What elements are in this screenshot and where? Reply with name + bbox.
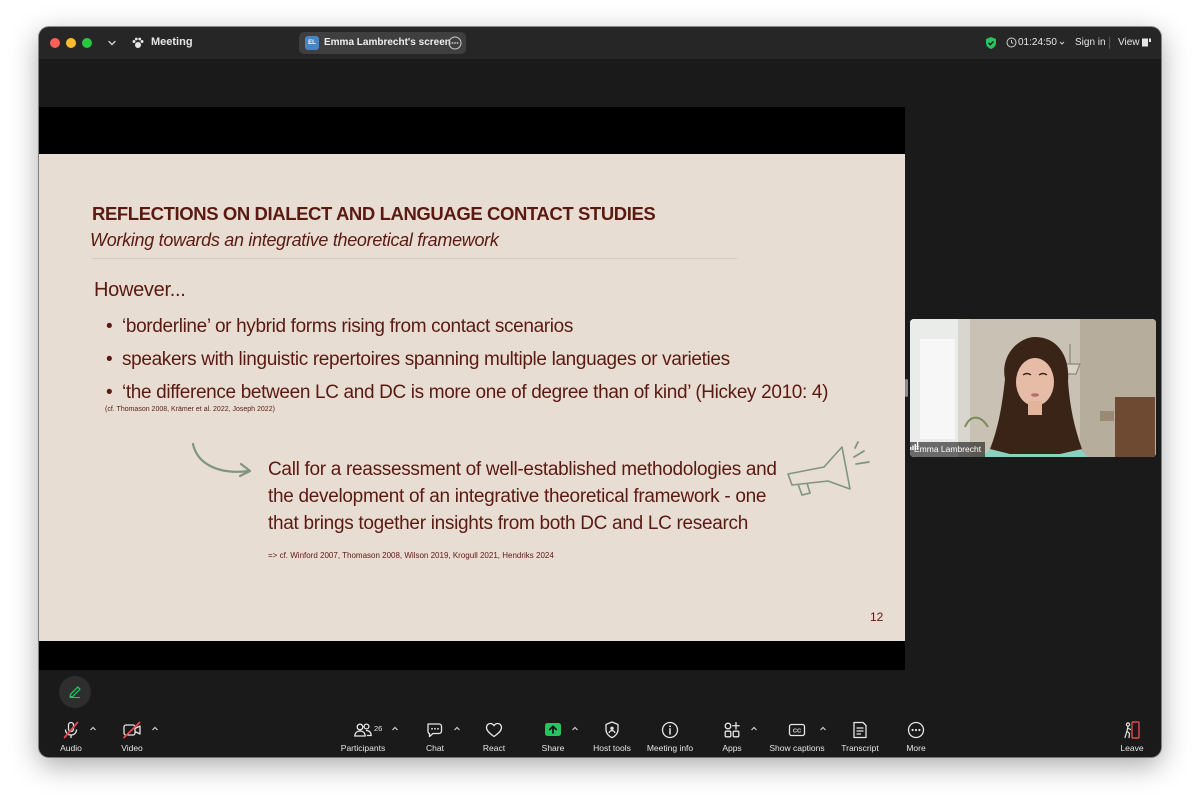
participants-label: Participants — [340, 743, 386, 753]
signal-strength-icon — [910, 442, 919, 450]
show-captions-button[interactable]: CC Show captions — [765, 717, 829, 757]
meeting-toolbar: Audio Video Participants 26 Chat React S… — [39, 717, 1161, 757]
more-options-icon[interactable] — [448, 36, 462, 50]
divider — [92, 258, 737, 259]
chat-options-chevron-icon[interactable] — [452, 724, 462, 734]
meeting-info-label: Meeting info — [646, 743, 694, 753]
audio-button[interactable]: Audio — [39, 717, 103, 757]
encryption-shield-icon[interactable] — [984, 36, 998, 50]
view-layout-icon[interactable] — [1141, 37, 1152, 48]
more-label: More — [906, 743, 926, 753]
react-label: React — [482, 743, 506, 753]
curved-arrow-icon — [191, 442, 252, 478]
audio-options-chevron-icon[interactable] — [88, 724, 98, 734]
bullet-item: speakers with linguistic repertoires spa… — [106, 343, 828, 376]
slide-subtitle: Working towards an integrative theoretic… — [90, 230, 499, 250]
more-button[interactable]: More — [884, 717, 948, 757]
bullet-item: ‘the difference between LC and DC is mor… — [106, 376, 828, 409]
transcript-label: Transcript — [841, 743, 879, 753]
react-button[interactable]: React — [462, 717, 526, 757]
zoom-window: Meeting EL Emma Lambrecht's screen 01:24… — [39, 27, 1161, 757]
megaphone-icon — [787, 441, 870, 496]
meeting-title: Meeting — [151, 36, 193, 48]
heart-icon — [485, 722, 503, 738]
leave-button[interactable]: Leave — [1100, 717, 1161, 757]
apps-options-chevron-icon[interactable] — [749, 724, 759, 734]
participant-video — [910, 319, 1156, 457]
leave-label: Leave — [1120, 743, 1144, 753]
call-to-action-text: Call for a reassessment of well-establis… — [268, 459, 777, 534]
video-options-chevron-icon[interactable] — [150, 724, 160, 734]
annotate-button[interactable] — [59, 676, 91, 708]
chat-icon — [427, 723, 443, 738]
bullet-list: ‘borderline’ or hybrid forms rising from… — [106, 310, 828, 409]
microphone-muted-icon — [63, 721, 79, 739]
resize-handle[interactable] — [905, 379, 908, 397]
participants-icon — [354, 723, 372, 737]
divider — [1109, 37, 1110, 49]
call-citation: => cf. Winford 2007, Thomason 2008, Wils… — [268, 551, 554, 560]
closed-captions-icon: CC — [788, 723, 806, 737]
screen-share-indicator[interactable]: EL Emma Lambrecht's screen — [299, 32, 466, 54]
presenter-avatar: EL — [305, 36, 319, 50]
participants-options-chevron-icon[interactable] — [390, 724, 400, 734]
slide-page-number: 12 — [870, 610, 884, 624]
chevron-down-icon[interactable] — [1058, 39, 1066, 47]
slide-intro: However... — [94, 279, 186, 301]
pencil-icon — [69, 686, 81, 699]
bullet-citation: (cf. Thomason 2008, Krämer et al. 2022, … — [105, 406, 275, 413]
participant-name: Emma Lambrecht — [914, 444, 982, 454]
share-button[interactable]: Share — [521, 717, 585, 757]
host-tools-label: Host tools — [593, 743, 631, 753]
sign-in-button[interactable]: Sign in — [1075, 37, 1106, 48]
apps-label: Apps — [722, 743, 742, 753]
svg-text:CC: CC — [793, 729, 802, 735]
audio-label: Audio — [60, 743, 82, 753]
host-tools-button[interactable]: Host tools — [580, 717, 644, 757]
chat-button[interactable]: Chat — [403, 717, 467, 757]
transcript-icon — [853, 721, 867, 739]
view-button[interactable]: View — [1118, 37, 1140, 48]
title-bar: Meeting EL Emma Lambrecht's screen 01:24… — [39, 27, 1161, 59]
clock-icon — [1006, 37, 1017, 48]
bullet-item: ‘borderline’ or hybrid forms rising from… — [106, 310, 828, 343]
chevron-down-icon[interactable] — [105, 36, 119, 50]
meeting-timer[interactable]: 01:24:50 — [1018, 37, 1057, 48]
presentation-slide: REFLECTIONS ON DIALECT AND LANGUAGE CONT… — [39, 154, 905, 641]
more-icon — [907, 721, 925, 739]
show-captions-label: Show captions — [769, 743, 825, 753]
shared-screen: REFLECTIONS ON DIALECT AND LANGUAGE CONT… — [39, 107, 905, 670]
share-label: Share — [541, 743, 565, 753]
slide-title: REFLECTIONS ON DIALECT AND LANGUAGE CONT… — [92, 203, 656, 224]
camera-off-icon — [123, 721, 141, 739]
transcript-button[interactable]: Transcript — [828, 717, 892, 757]
apps-button[interactable]: Apps — [700, 717, 764, 757]
minimize-window-button[interactable] — [66, 38, 76, 48]
participant-count-badge: 26 — [374, 724, 383, 733]
video-label: Video — [121, 743, 143, 753]
close-window-button[interactable] — [50, 38, 60, 48]
participants-button[interactable]: Participants — [331, 717, 395, 757]
zoom-window-button[interactable] — [82, 38, 92, 48]
participant-name-label: Emma Lambrecht — [910, 442, 986, 457]
host-tools-shield-icon — [605, 721, 619, 739]
apps-icon — [724, 721, 740, 738]
screen-share-label: Emma Lambrecht's screen — [324, 37, 451, 48]
info-icon — [661, 721, 679, 739]
video-button[interactable]: Video — [100, 717, 164, 757]
chat-label: Chat — [426, 743, 444, 753]
meeting-info-button[interactable]: Meeting info — [638, 717, 702, 757]
participant-video-tile[interactable]: Emma Lambrecht — [910, 319, 1156, 457]
leave-door-icon — [1124, 721, 1140, 739]
share-screen-icon — [545, 723, 561, 736]
zoom-logo-icon — [132, 37, 144, 48]
captions-options-chevron-icon[interactable] — [818, 724, 828, 734]
share-options-chevron-icon[interactable] — [570, 724, 580, 734]
